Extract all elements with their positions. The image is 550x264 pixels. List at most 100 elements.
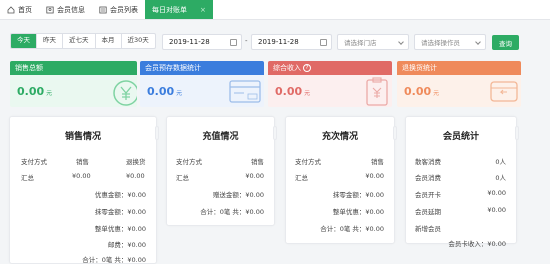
- sales-footer-total: 合计：0笔 共：¥0.00: [82, 256, 146, 264]
- sales-order-discount-label: 整单优惠：: [94, 225, 128, 233]
- panel-edge-tab: [155, 126, 159, 140]
- times-col-method: 支付方式: [295, 158, 321, 166]
- panel-times-title: 充次情况: [321, 132, 358, 142]
- times-rounding-value: ¥0.00: [365, 191, 384, 199]
- panel-edge-tab: [393, 126, 397, 140]
- recharge-total-sale: ¥0.00: [245, 172, 264, 180]
- times-rounding-row: 抹零金额：¥0.00: [333, 189, 384, 199]
- times-order-discount-label: 整单优惠：: [332, 208, 366, 216]
- chevron-down-icon: [475, 39, 481, 45]
- panel-recharge: 充值情况 支付方式 销售 汇总 ¥0.00 赠送金额：¥0.00 合计：0笔 共…: [166, 116, 275, 226]
- card-member-deposit-amount: 0.00: [147, 85, 175, 98]
- card-income-amount: 0.00: [275, 85, 303, 98]
- tab-member-list[interactable]: 会员列表: [92, 0, 145, 19]
- members-consume-label: 会员消费: [415, 174, 441, 182]
- sales-total-refund: ¥0.00: [126, 172, 145, 180]
- panel-times: 充次情况 支付方式 销售 汇总 ¥0.00 抹零金额：¥0.00 整单优惠：¥0…: [285, 116, 395, 244]
- tab-bar: 首页 会员信息 会员列表 每日对账单 ×: [0, 0, 550, 20]
- sales-total-label: 汇总: [21, 174, 34, 182]
- date-range-presets: 今天 昨天 近七天 本月 近30天: [10, 33, 156, 49]
- panel-members-title: 会员统计: [442, 132, 479, 142]
- sales-col-refund: 退换货: [126, 158, 146, 166]
- recharge-gift-value: ¥0.00: [245, 191, 264, 199]
- close-icon[interactable]: ×: [200, 6, 206, 14]
- range-today-button[interactable]: 今天: [11, 34, 37, 48]
- card-income-title: 综合收入: [273, 64, 301, 72]
- range-30days-button[interactable]: 近30天: [122, 34, 155, 48]
- range-yesterday-button[interactable]: 昨天: [37, 34, 63, 48]
- recharge-gift-label: 赠送金额：: [212, 191, 246, 199]
- sales-discount-value: ¥0.00: [127, 191, 146, 199]
- tab-daily-statement[interactable]: 每日对账单 ×: [145, 0, 213, 19]
- list-icon: [99, 6, 107, 14]
- sales-rounding-label: 抹零金额：: [94, 208, 128, 216]
- panel-edge-tab: [515, 126, 519, 140]
- store-select-placeholder: 请选择门店: [344, 39, 377, 47]
- range-month-button[interactable]: 本月: [96, 34, 122, 48]
- panel-members: 会员统计 散客消费 0人 会员消费 0人 会员开卡 ¥0.00 会员延期 ¥0.…: [405, 116, 517, 248]
- home-icon: [7, 5, 15, 14]
- sales-order-discount-row: 整单优惠：¥0.00: [95, 223, 146, 233]
- tab-home-label: 首页: [18, 5, 32, 14]
- members-new-label: 新增会员: [415, 225, 441, 233]
- times-total-sale: ¥0.00: [365, 172, 384, 180]
- operator-select-placeholder: 请选择操作员: [421, 39, 460, 47]
- tab-member-info-label: 会员信息: [57, 5, 85, 14]
- sales-postage-row: 邮费：¥0.00: [108, 239, 146, 249]
- card-returns: 退换货统计 0.00 元: [397, 61, 521, 107]
- card-income-unit: 元: [304, 90, 311, 97]
- sales-postage-label: 邮费：: [107, 241, 128, 249]
- times-rounding-label: 抹零金额：: [332, 191, 366, 199]
- sales-col-method: 支付方式: [21, 158, 47, 166]
- operator-select[interactable]: 请选择操作员: [414, 34, 486, 50]
- card-returns-unit: 元: [433, 90, 440, 97]
- card-member-deposit-unit: 元: [176, 90, 183, 97]
- calendar-icon: [320, 39, 327, 46]
- tab-home[interactable]: 首页: [0, 0, 39, 19]
- end-date-input[interactable]: 2019-11-28: [251, 34, 332, 50]
- members-consume-value: 0人: [495, 174, 506, 182]
- card-sales-total-unit: 元: [46, 90, 53, 97]
- times-footer-total: 合计：0笔 共：¥0.00: [320, 225, 384, 233]
- times-col-sale: 销售: [371, 158, 384, 166]
- sales-rounding-value: ¥0.00: [127, 208, 146, 216]
- members-open-card-label: 会员开卡: [415, 191, 441, 199]
- card-member-deposit: 会员预存数据统计 0.00 元: [140, 61, 264, 107]
- members-footer-income: 会员卡收入：¥0.00: [448, 240, 506, 248]
- tab-member-list-label: 会员列表: [110, 5, 138, 14]
- query-button[interactable]: 查询: [492, 35, 519, 50]
- vip-card-icon: [229, 80, 261, 103]
- card-sales-total-title: 销售总额: [15, 64, 43, 72]
- sales-col-sale: 销售: [76, 158, 89, 166]
- card-sales-total: 销售总额 0.00 元: [10, 61, 137, 107]
- panel-sales-title: 销售情况: [64, 132, 101, 142]
- card-income: 综合收入 ? 0.00 元: [268, 61, 392, 107]
- card-sales-total-amount: 0.00: [17, 85, 45, 98]
- members-walkin-label: 散客消费: [415, 158, 441, 166]
- sales-discount-row: 优惠金额：¥0.00: [95, 189, 146, 199]
- yuan-circle-icon: [113, 80, 137, 106]
- tab-member-info[interactable]: 会员信息: [39, 0, 92, 19]
- end-date-value: 2019-11-28: [258, 38, 299, 46]
- recharge-col-sale: 销售: [251, 158, 264, 166]
- members-walkin-value: 0人: [495, 158, 506, 166]
- sales-postage-value: ¥0.00: [127, 241, 146, 249]
- help-icon[interactable]: ?: [303, 64, 311, 72]
- panel-recharge-title: 充值情况: [202, 132, 239, 142]
- times-total-label: 汇总: [295, 174, 308, 182]
- calendar-icon: [230, 39, 237, 46]
- recharge-col-method: 支付方式: [176, 158, 202, 166]
- store-select[interactable]: 请选择门店: [337, 34, 409, 50]
- return-wallet-icon: [490, 81, 518, 102]
- members-extend-label: 会员延期: [415, 208, 441, 216]
- sales-order-discount-value: ¥0.00: [127, 225, 146, 233]
- times-order-discount-row: 整单优惠：¥0.00: [333, 206, 384, 216]
- recharge-footer-total: 合计：0笔 共：¥0.00: [200, 208, 264, 216]
- sales-total-sale: ¥0.00: [72, 172, 91, 180]
- range-7days-button[interactable]: 近七天: [63, 34, 96, 48]
- sales-discount-label: 优惠金额：: [94, 191, 128, 199]
- member-icon: [46, 6, 54, 14]
- clipboard-yuan-icon: [366, 77, 388, 106]
- recharge-total-label: 汇总: [176, 174, 189, 182]
- start-date-input[interactable]: 2019-11-28: [162, 34, 242, 50]
